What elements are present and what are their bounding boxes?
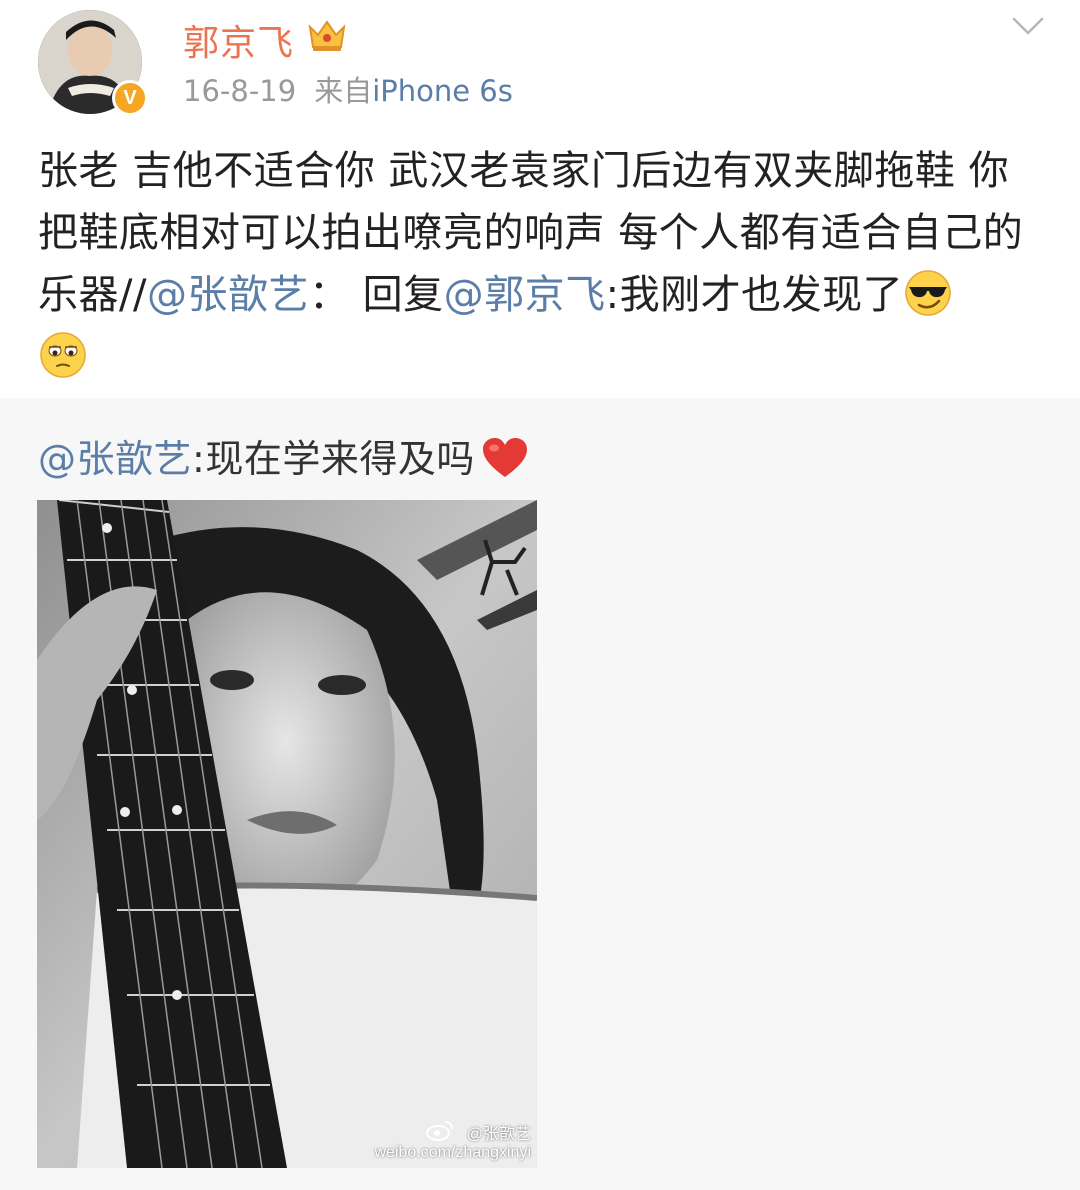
mention-link[interactable]: @郭京飞 — [444, 272, 606, 318]
red-heart-icon — [482, 438, 527, 477]
post-meta: 16-8-19 来自iPhone 6s — [183, 68, 513, 110]
sunglasses-smile-emoji — [905, 270, 951, 316]
post-text-part3: :我刚才也发现了 — [605, 272, 904, 318]
post-text-part2: ： 回复 — [308, 272, 444, 318]
chevron-down-icon[interactable] — [1010, 14, 1046, 38]
post-photo[interactable]: @张歆艺 weibo.com/zhangxinyi — [37, 500, 537, 1168]
repost-card[interactable]: @张歆艺:现在学来得及吗 @张歆艺 weibo.com/zhangxinyi — [0, 398, 1080, 1190]
post-header: V 郭京飞 16-8-19 来自iPhone 6s — [0, 0, 1080, 120]
watermark-url: weibo.com/zhangxinyi — [374, 1144, 531, 1161]
verified-badge: V — [112, 80, 148, 116]
source-device: iPhone 6s — [372, 74, 513, 108]
crown-icon[interactable] — [307, 17, 347, 53]
photo-watermark: @张歆艺 weibo.com/zhangxinyi — [374, 1126, 531, 1162]
username[interactable]: 郭京飞 — [183, 14, 294, 66]
watermark-name: @张歆艺 — [466, 1126, 531, 1143]
source-prefix: 来自 — [314, 74, 373, 108]
post-text: 张老 吉他不适合你 武汉老袁家门后边有双夹脚拖鞋 你把鞋底相对可以拍出嘹亮的响声… — [38, 140, 1048, 388]
avatar[interactable]: V — [38, 10, 148, 120]
mention-link[interactable]: @张歆艺 — [38, 437, 192, 481]
mention-link[interactable]: @张歆艺 — [147, 272, 309, 318]
post-date: 16-8-19 — [183, 74, 297, 108]
rolling-eyes-emoji — [40, 332, 86, 378]
repost-text-body: :现在学来得及吗 — [192, 437, 475, 481]
repost-text: @张歆艺:现在学来得及吗 — [38, 428, 529, 483]
